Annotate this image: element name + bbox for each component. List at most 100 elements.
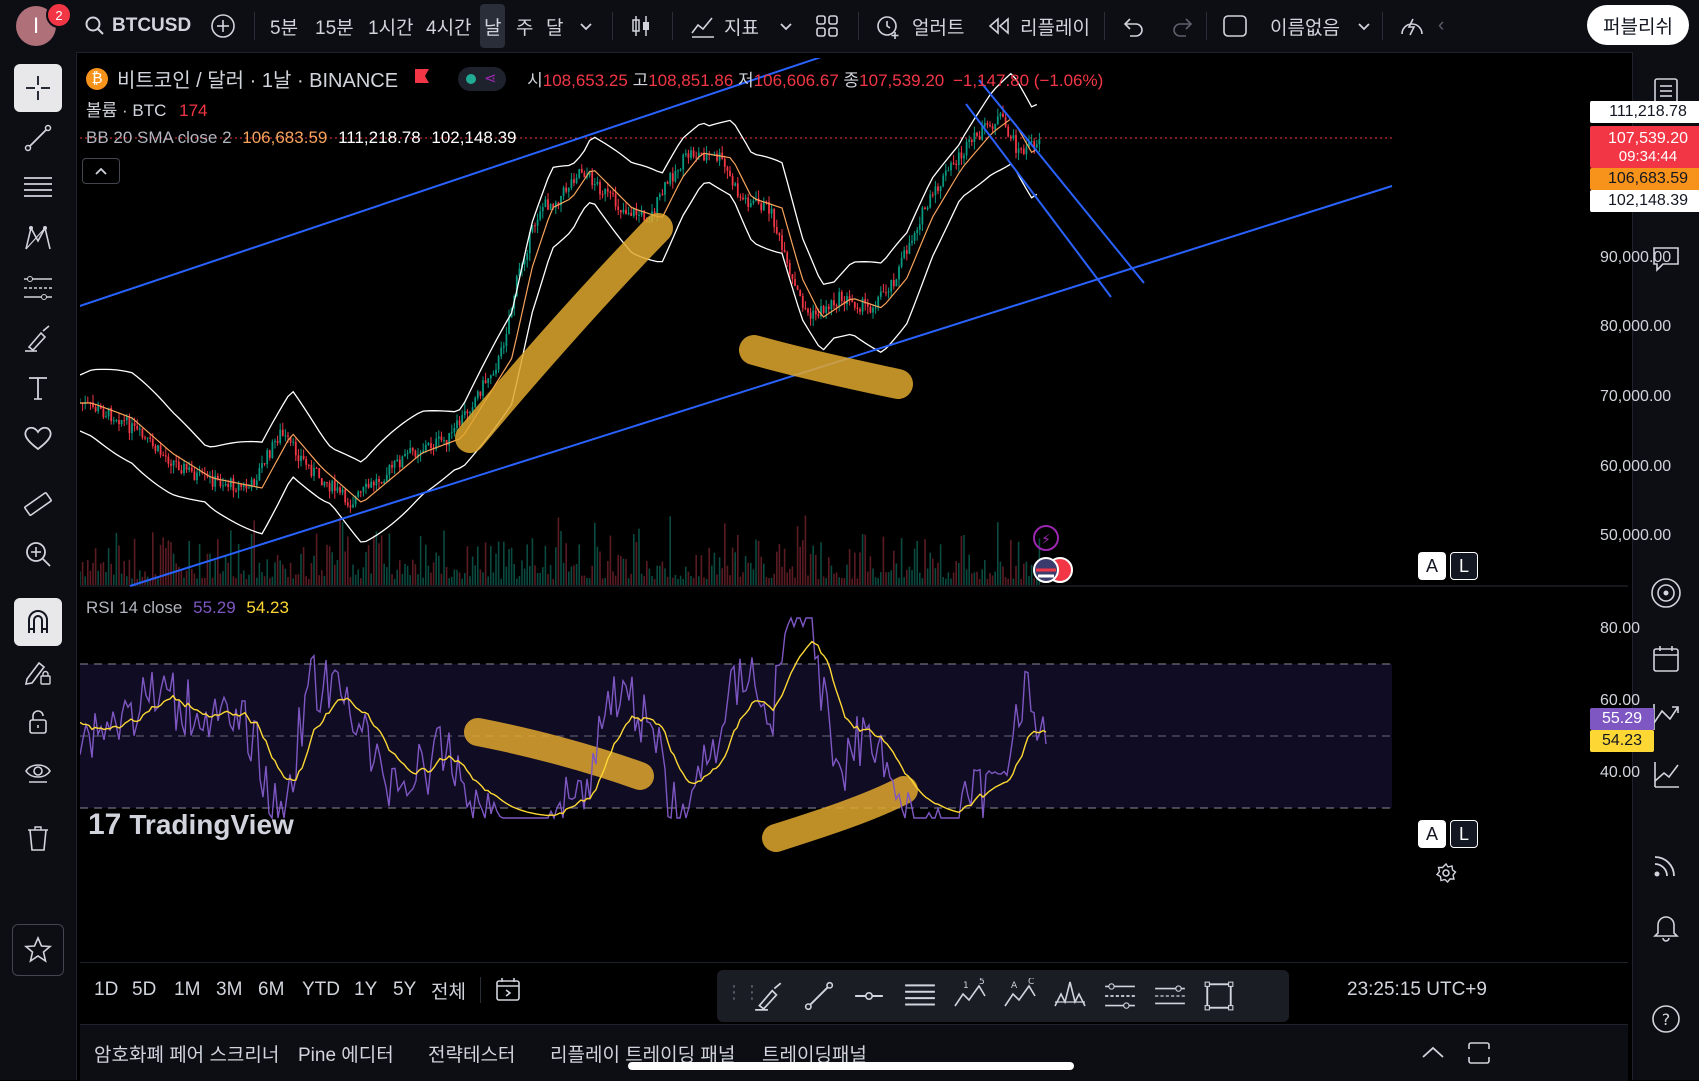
go-to-date-button[interactable] [494,963,522,1017]
notifications-button[interactable] [1643,904,1689,950]
magnet-tool[interactable] [14,598,62,646]
layout-name: 이름없음 [1270,17,1340,39]
layouts-button[interactable] [814,0,840,52]
lock-drawings[interactable] [14,698,62,746]
brush-tool-button[interactable] [753,980,785,1017]
volume-legend[interactable]: 볼륨 · BTC 174 [86,96,208,121]
clock-timezone[interactable]: 23:25:15 UTC+9 [1347,963,1487,1017]
broadcast-button[interactable] [1643,842,1689,888]
fib-button[interactable] [903,980,937,1017]
expand-panel-button[interactable] [1420,1025,1446,1081]
horizontal-ray-button[interactable] [853,980,885,1017]
candle-body [887,291,890,293]
range-all[interactable]: 전체 [431,963,466,1017]
candle-body [695,156,698,158]
crosshair-tool[interactable] [14,64,62,112]
interval-1w[interactable]: 주 [516,0,533,52]
chart-type-button[interactable] [628,0,654,52]
collapse-legend-button[interactable] [82,158,120,184]
volume-bar [560,531,562,585]
hide-drawings[interactable] [14,748,62,796]
elliott-wave-button[interactable]: 15 [953,977,987,1017]
icons-tool[interactable] [14,414,62,462]
indicators-button[interactable]: 지표 [690,0,759,52]
help-button[interactable]: ? [1643,996,1689,1042]
undo-button[interactable] [1120,0,1146,52]
interval-4h[interactable]: 4시간 [426,0,472,52]
replay-button[interactable]: 리플레이 [986,0,1090,52]
market-status-icon[interactable]: ⋖ [458,66,507,91]
rsi-auto-scale-button[interactable]: A [1418,820,1446,848]
candle-body [214,475,217,487]
redo-button[interactable] [1170,0,1196,52]
flag-icon[interactable] [413,67,431,90]
head-shoulders-button[interactable] [1053,978,1087,1017]
interval-dropdown[interactable] [578,0,594,52]
volume-bar [648,568,651,585]
tab-replay-trading[interactable]: 리플레이 트레이딩 패널 [550,1025,735,1081]
tradingview-watermark[interactable]: 17 TradingView [88,808,294,842]
candle-body [185,463,188,470]
interval-1mo[interactable]: 달 [546,0,563,52]
brush-tool[interactable] [14,314,62,362]
rsi-log-scale-button[interactable]: L [1450,820,1478,848]
interval-1d-selected[interactable]: 날 [480,4,506,48]
remove-drawings[interactable] [14,814,62,862]
symbol-search[interactable]: BTCUSD [84,0,191,52]
forecast-tool[interactable] [14,264,62,312]
screener-button[interactable] [1643,752,1689,798]
volume-bar [716,574,718,585]
volume-bar [638,528,640,585]
parallel-channel-button[interactable] [1153,980,1187,1017]
projection-button[interactable] [1103,980,1137,1017]
maximize-panel-button[interactable] [1466,1025,1492,1081]
trend-line-button[interactable] [803,980,835,1017]
pattern-tool[interactable] [14,214,62,262]
indicators-dropdown[interactable] [778,0,794,52]
tab-strategy-tester[interactable]: 전략테스터 [428,1025,515,1081]
interval-1h[interactable]: 1시간 [368,0,414,52]
stay-in-drawing-mode[interactable] [14,648,62,696]
candle-body [937,186,939,192]
interval-5m[interactable]: 5분 [270,0,298,52]
quick-settings-button[interactable]: ‹ [1398,0,1444,52]
calendar-button[interactable] [1643,636,1689,682]
volume-bar [653,578,656,585]
range-1y[interactable]: 1Y [354,963,377,1017]
tab-trading-panel[interactable]: 트레이딩패널 [762,1025,867,1081]
layout-menu[interactable]: 이름없음 [1222,0,1372,52]
volume-bar [292,578,294,585]
zoom-tool[interactable] [14,530,62,578]
rsi-legend[interactable]: RSI 14 close 55.29 54.23 [86,598,289,618]
log-scale-button[interactable]: L [1450,552,1478,580]
chart-settings-button[interactable] [1435,862,1457,889]
range-5d[interactable]: 5D [132,963,156,1017]
home-indicator[interactable] [628,1062,1074,1070]
measure-tool[interactable] [14,480,62,528]
tab-crypto-screener[interactable]: 암호화폐 페어 스크리너 [94,1025,279,1081]
chart-canvas[interactable]: ⚡ [80,58,1628,958]
fib-tool[interactable] [14,164,62,212]
bb-legend[interactable]: BB 20 SMA close 2 106,683.59 111,218.78 … [86,128,516,148]
interval-15m[interactable]: 15분 [315,0,354,52]
range-5y[interactable]: 5Y [393,963,416,1017]
trend-line-tool[interactable] [14,114,62,162]
abcd-pattern-button[interactable]: AC [1003,977,1037,1017]
symbol-title[interactable]: 비트코인 / 달러 · 1날 · BINANCE [117,70,398,92]
chart-pane[interactable]: ⚡ ₿ 비트코인 / 달러 · 1날 · BINANCE ⋖ 시108,653.… [80,58,1699,1019]
range-3m[interactable]: 3M [216,963,242,1017]
range-1m[interactable]: 1M [174,963,200,1017]
rectangle-button[interactable] [1203,980,1235,1017]
alert-button[interactable]: 얼러트 [874,0,964,52]
range-6m[interactable]: 6M [258,963,284,1017]
compare-symbol-button[interactable] [210,0,236,52]
range-ytd[interactable]: YTD [302,963,340,1017]
tab-pine-editor[interactable]: Pine 에디터 [298,1025,394,1081]
range-1d[interactable]: 1D [94,963,118,1017]
candle-body [952,162,955,164]
publish-button[interactable]: 퍼블리쉬 [1587,5,1689,45]
hotlists-button[interactable] [1643,570,1689,616]
text-tool[interactable] [14,364,62,412]
favorites-button[interactable] [12,924,64,976]
auto-scale-button[interactable]: A [1418,552,1446,580]
